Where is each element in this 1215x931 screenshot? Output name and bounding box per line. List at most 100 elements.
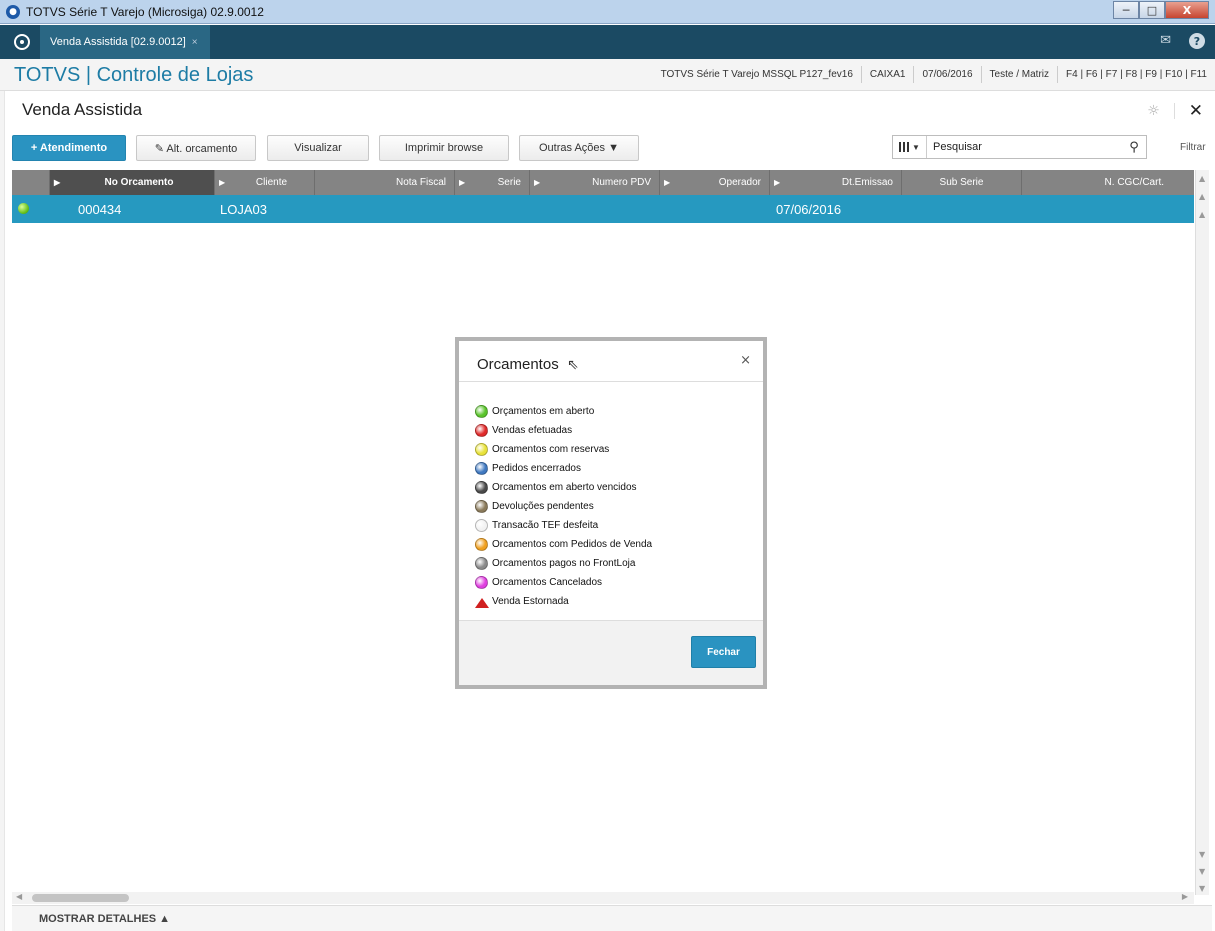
- chevron-down-icon: ▼: [912, 142, 920, 152]
- status-circle-icon: [475, 519, 488, 532]
- table-row[interactable]: 000434 LOJA03 07/06/2016: [12, 195, 1194, 223]
- dialog-footer: Fechar: [459, 620, 763, 685]
- mail-icon[interactable]: ✉: [1160, 33, 1171, 49]
- status-circle-icon: [475, 576, 488, 589]
- shortcuts-label: F4 | F6 | F7 | F8 | F9 | F10 | F11: [1057, 66, 1215, 83]
- cell-cliente: LOJA03: [220, 201, 267, 217]
- column-header-sub-serie[interactable]: Sub Serie: [902, 170, 1022, 195]
- column-header-no-orcamento[interactable]: ▶ No Orcamento: [50, 170, 215, 195]
- scroll-left-icon[interactable]: ◀: [16, 892, 22, 901]
- session-info: TOTVS Série T Varejo MSSQL P127_fev16 CA…: [653, 66, 1215, 83]
- mouse-cursor-icon: ⇖: [567, 357, 579, 373]
- legend-label: Orcamentos pagos no FrontLoja: [492, 558, 636, 569]
- orcamentos-grid: ▶ No Orcamento ▶ Cliente Nota Fiscal ▶ S…: [12, 170, 1194, 223]
- dialog-close-icon[interactable]: ×: [740, 353, 751, 368]
- tab-close-icon[interactable]: ×: [192, 37, 198, 48]
- scroll-right-icon[interactable]: ▶: [1182, 892, 1188, 901]
- column-header-numero-pdv[interactable]: ▶ Numero PDV: [530, 170, 660, 195]
- legend-item: Orcamentos em aberto vencidos: [475, 478, 652, 497]
- window-title-bar: ● TOTVS Série T Varejo (Microsiga) 02.9.…: [0, 0, 1215, 24]
- fechar-button[interactable]: Fechar: [691, 636, 756, 668]
- legend-label: Devoluções pendentes: [492, 501, 594, 512]
- sort-arrow-icon: ▶: [774, 178, 781, 187]
- status-circle-icon: [475, 443, 488, 456]
- totvs-logo-icon[interactable]: [14, 34, 30, 50]
- maximize-button[interactable]: □: [1139, 1, 1165, 19]
- legend-label: Orcamentos em aberto vencidos: [492, 482, 637, 493]
- warning-triangle-icon: [475, 596, 489, 608]
- company-label: Teste / Matriz: [980, 66, 1057, 83]
- legend-label: Transacão TEF desfeita: [492, 520, 599, 531]
- help-icon[interactable]: ?: [1189, 33, 1205, 49]
- status-circle-icon: [475, 405, 488, 418]
- legend-label: Orcamentos com Pedidos de Venda: [492, 539, 653, 550]
- horizontal-scrollbar[interactable]: ◀ ▶: [12, 892, 1194, 904]
- sort-arrow-icon: ▶: [664, 178, 671, 187]
- window-title: TOTVS Série T Varejo (Microsiga) 02.9.00…: [26, 4, 264, 19]
- status-circle-icon: [475, 538, 488, 551]
- vertical-scrollbar[interactable]: ▲ ▲ ▲ ▼ ▼ ▼: [1195, 170, 1209, 895]
- outras-acoes-button[interactable]: Outras Ações ▼: [519, 135, 639, 161]
- column-header-cgc[interactable]: N. CGC/Cart.: [1022, 170, 1194, 195]
- column-header-operador[interactable]: ▶ Operador: [660, 170, 770, 195]
- column-header-nota-fiscal[interactable]: Nota Fiscal: [315, 170, 455, 195]
- legend-label: Orcamentos com reservas: [492, 444, 610, 455]
- legend-item: Transacão TEF desfeita: [475, 516, 652, 535]
- search-input[interactable]: [927, 141, 1122, 153]
- scroll-top-icon[interactable]: ▲: [1199, 174, 1205, 183]
- status-circle-icon: [475, 481, 488, 494]
- atendimento-button[interactable]: + Atendimento: [12, 135, 126, 161]
- legend-item: Devoluções pendentes: [475, 497, 652, 516]
- action-toolbar: + Atendimento ✎ Alt. orcamento Visualiza…: [12, 135, 639, 161]
- scroll-page-down-icon[interactable]: ▼: [1199, 867, 1205, 876]
- show-details-toggle[interactable]: MOSTRAR DETALHES ▲: [12, 905, 1212, 931]
- page-title: Venda Assistida: [22, 100, 143, 119]
- column-header-dt-emissao[interactable]: ▶ Dt.Emissao: [770, 170, 902, 195]
- columns-selector[interactable]: ▼: [893, 136, 927, 158]
- status-open-icon: [18, 203, 29, 214]
- status-circle-icon: [475, 462, 488, 475]
- horizontal-scroll-thumb[interactable]: [32, 894, 129, 902]
- imprimir-browse-button[interactable]: Imprimir browse: [379, 135, 509, 161]
- environment-label: TOTVS Série T Varejo MSSQL P127_fev16: [660, 69, 853, 80]
- cashier-label: CAIXA1: [860, 66, 914, 83]
- legend-item: Orcamentos Cancelados: [475, 573, 652, 592]
- status-circle-icon: [475, 500, 488, 513]
- tab-venda-assistida[interactable]: Venda Assistida [02.9.0012] ×: [40, 25, 210, 59]
- legend-list: Orçamentos em aberto Vendas efetuadas Orca…: [475, 402, 652, 611]
- alt-orcamento-button[interactable]: ✎ Alt. orcamento: [136, 135, 256, 161]
- visualizar-button[interactable]: Visualizar: [267, 135, 369, 161]
- columns-icon: [899, 142, 910, 152]
- settings-icon[interactable]: ☼: [1147, 103, 1160, 119]
- scroll-bottom-icon[interactable]: ▼: [1199, 884, 1205, 893]
- legend-item: Venda Estornada: [475, 592, 652, 611]
- search-box: ▼ ⚲: [892, 135, 1147, 159]
- cell-dt-emissao: 07/06/2016: [776, 201, 842, 217]
- legend-label: Vendas efetuadas: [492, 425, 573, 436]
- column-header-serie[interactable]: ▶ Serie: [455, 170, 530, 195]
- legend-item: Vendas efetuadas: [475, 421, 652, 440]
- legend-label: Orcamentos Cancelados: [492, 577, 603, 588]
- legend-item: Orcamentos pagos no FrontLoja: [475, 554, 652, 573]
- legend-item: Pedidos encerrados: [475, 459, 652, 478]
- window-controls: ─ □ X: [1113, 1, 1209, 19]
- scroll-up-icon[interactable]: ▲: [1199, 210, 1205, 219]
- sort-arrow-icon: ▶: [219, 178, 226, 187]
- app-icon: ●: [6, 4, 20, 19]
- legend-label: Orçamentos em aberto: [492, 406, 595, 417]
- scroll-down-icon[interactable]: ▼: [1199, 850, 1205, 859]
- close-window-button[interactable]: X: [1165, 1, 1209, 19]
- minimize-button[interactable]: ─: [1113, 1, 1139, 19]
- status-circle-icon: [475, 557, 488, 570]
- tab-bar: Venda Assistida [02.9.0012] × ✉ ?: [0, 25, 1215, 59]
- tab-label: Venda Assistida [02.9.0012]: [50, 36, 186, 48]
- column-header-cliente[interactable]: ▶ Cliente: [215, 170, 315, 195]
- filtrar-link[interactable]: Filtrar: [1180, 142, 1206, 153]
- close-icon[interactable]: ✕: [1189, 101, 1203, 121]
- sort-arrow-icon: ▶: [534, 178, 541, 187]
- grid-header: ▶ No Orcamento ▶ Cliente Nota Fiscal ▶ S…: [12, 170, 1194, 195]
- search-icon[interactable]: ⚲: [1122, 140, 1146, 155]
- scroll-page-up-icon[interactable]: ▲: [1199, 192, 1205, 201]
- legend-item: Orcamentos com reservas: [475, 440, 652, 459]
- legend-label: Venda Estornada: [492, 596, 569, 607]
